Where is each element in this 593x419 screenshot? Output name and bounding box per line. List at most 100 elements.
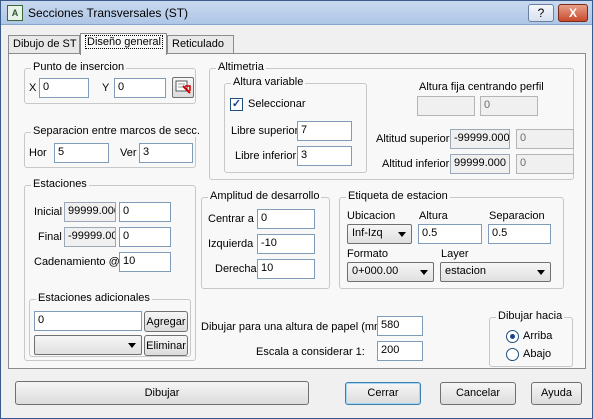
group-punto-insercion: Punto de insercion X 0 Y 0 <box>24 61 196 104</box>
tab-diseno-general[interactable]: Diseño general <box>80 33 167 55</box>
altitud-superior-input-2[interactable]: 0 <box>516 129 574 149</box>
chevron-down-icon <box>420 270 428 275</box>
escala-label: Escala a considerar 1: <box>256 346 365 358</box>
chevron-down-icon <box>537 270 545 275</box>
abajo-label: Abajo <box>523 348 552 360</box>
altura-papel-label: Dibujar para una altura de papel (mm) <box>201 321 387 333</box>
formato-select[interactable]: 0+000.00 <box>347 262 434 282</box>
separacion-input[interactable]: 0.5 <box>488 224 551 244</box>
app-icon: A <box>7 5 23 21</box>
close-button[interactable]: X <box>558 4 588 22</box>
window-title: Secciones Transversales (ST) <box>28 6 189 20</box>
group-amplitud: Amplitud de desarrollo Centrar a 0 Izqui… <box>201 190 330 289</box>
altitud-inferior-input[interactable]: 99999.000 <box>450 154 510 174</box>
tab-panel: Punto de insercion X 0 Y 0 Separacion en… <box>8 53 586 369</box>
group-title: Altura variable <box>231 76 306 88</box>
cerrar-button[interactable]: Cerrar <box>345 382 421 405</box>
help-button[interactable]: ? <box>528 4 554 22</box>
dialog-window: A Secciones Transversales (ST) ? X Dibuj… <box>0 0 593 419</box>
altitud-inferior-input-2[interactable]: 0 <box>516 154 574 174</box>
chevron-down-icon <box>398 232 406 237</box>
group-title: Amplitud de desarrollo <box>208 190 322 202</box>
group-title: Dibujar hacia <box>496 310 565 322</box>
layer-label: Layer <box>441 248 469 260</box>
formato-label: Formato <box>347 248 388 260</box>
x-label: X <box>29 82 37 94</box>
cancelar-button[interactable]: Cancelar <box>440 382 516 405</box>
altura-papel-input[interactable]: 580 <box>377 316 423 336</box>
altura-fija-label: Altura fija centrando perfil <box>419 81 544 93</box>
altura-fija-input-2[interactable]: 0 <box>480 96 538 116</box>
altitud-superior-input[interactable]: -99999.000 <box>450 129 510 149</box>
inicial-input-2[interactable]: 0 <box>119 202 171 222</box>
tab-diseno-general-label: Diseño general <box>85 35 163 49</box>
libre-inferior-input[interactable]: 3 <box>297 146 352 166</box>
inicial-input[interactable]: 99999.000 <box>64 202 116 222</box>
centrar-label: Centrar a <box>208 213 254 225</box>
group-altimetria: Altimetria Altura variable ✓ Seleccionar… <box>209 61 574 180</box>
izquierda-label: Izquierda <box>208 238 254 250</box>
final-input-2[interactable]: 0 <box>119 227 171 247</box>
seleccionar-label: Seleccionar <box>248 98 306 110</box>
ayuda-button[interactable]: Ayuda <box>531 382 582 405</box>
estacion-adicional-input[interactable]: 0 <box>34 311 142 331</box>
group-title: Estaciones adicionales <box>36 292 152 304</box>
separacion-label: Separacion <box>489 210 545 222</box>
cadenamiento-label: Cadenamiento @ <box>34 256 120 268</box>
centrar-input[interactable]: 0 <box>257 209 315 229</box>
altitud-inferior-label: Altitud inferior <box>382 158 450 170</box>
group-separacion: Separacion entre marcos de secc. Hor 5 V… <box>24 125 202 168</box>
layer-value: estacion <box>445 265 486 277</box>
layer-select[interactable]: estacion <box>440 262 551 282</box>
ubicacion-value: Inf-Izq <box>352 227 383 239</box>
izquierda-input[interactable]: -10 <box>257 234 315 254</box>
altura-label: Altura <box>419 210 448 222</box>
hor-input[interactable]: 5 <box>54 143 109 163</box>
title-bar: A Secciones Transversales (ST) ? X <box>1 1 592 25</box>
group-estaciones: Estaciones Inicial 99999.000 0 Final -99… <box>24 178 196 361</box>
arriba-label: Arriba <box>523 330 553 342</box>
group-altura-variable: Altura variable ✓ Seleccionar Libre supe… <box>224 76 367 173</box>
inicial-label: Inicial <box>34 206 63 218</box>
group-title: Estaciones <box>31 178 89 190</box>
libre-superior-input[interactable]: 7 <box>297 121 352 141</box>
pick-point-button[interactable] <box>172 77 194 98</box>
altura-input[interactable]: 0.5 <box>418 224 482 244</box>
seleccionar-checkbox[interactable]: ✓ <box>230 98 243 111</box>
group-dibujar-hacia: Dibujar hacia Arriba Abajo <box>489 310 573 367</box>
pick-point-icon <box>175 80 191 94</box>
ver-input[interactable]: 3 <box>139 143 193 163</box>
chevron-down-icon <box>128 343 136 348</box>
altitud-superior-label: Altitud superior <box>376 133 450 145</box>
eliminar-button[interactable]: Eliminar <box>144 335 188 356</box>
dibujar-button[interactable]: Dibujar <box>15 381 309 405</box>
tab-reticulado[interactable]: Reticulado <box>167 35 234 54</box>
final-input[interactable]: -99999.00 <box>64 227 116 247</box>
derecha-input[interactable]: 10 <box>257 259 315 279</box>
group-title: Altimetria <box>216 61 266 73</box>
escala-input[interactable]: 200 <box>377 341 423 361</box>
group-title: Etiqueta de estacion <box>346 190 450 202</box>
y-label: Y <box>102 82 110 94</box>
arriba-radio[interactable] <box>506 330 519 343</box>
cadenamiento-input[interactable]: 10 <box>119 252 171 272</box>
altura-fija-input[interactable] <box>417 96 475 116</box>
y-input[interactable]: 0 <box>114 78 166 98</box>
final-label: Final <box>38 231 62 243</box>
group-title: Separacion entre marcos de secc. <box>31 125 202 137</box>
abajo-radio[interactable] <box>506 348 519 361</box>
group-etiqueta: Etiqueta de estacion Ubicacion Inf-Izq A… <box>339 190 564 289</box>
tab-dibujo-de-st[interactable]: Dibujo de ST <box>8 35 80 54</box>
x-input[interactable]: 0 <box>39 78 89 98</box>
group-title: Punto de insercion <box>31 61 127 73</box>
group-estaciones-adicionales: Estaciones adicionales 0 Agregar Elimina… <box>29 292 191 357</box>
estaciones-dropdown[interactable] <box>34 335 142 355</box>
ubicacion-label: Ubicacion <box>347 210 396 222</box>
ubicacion-select[interactable]: Inf-Izq <box>347 224 412 244</box>
formato-value: 0+000.00 <box>352 265 399 277</box>
agregar-button[interactable]: Agregar <box>144 311 188 332</box>
ver-label: Ver <box>120 147 137 159</box>
libre-superior-label: Libre superior <box>231 125 299 137</box>
hor-label: Hor <box>29 147 47 159</box>
libre-inferior-label: Libre inferior <box>235 150 297 162</box>
